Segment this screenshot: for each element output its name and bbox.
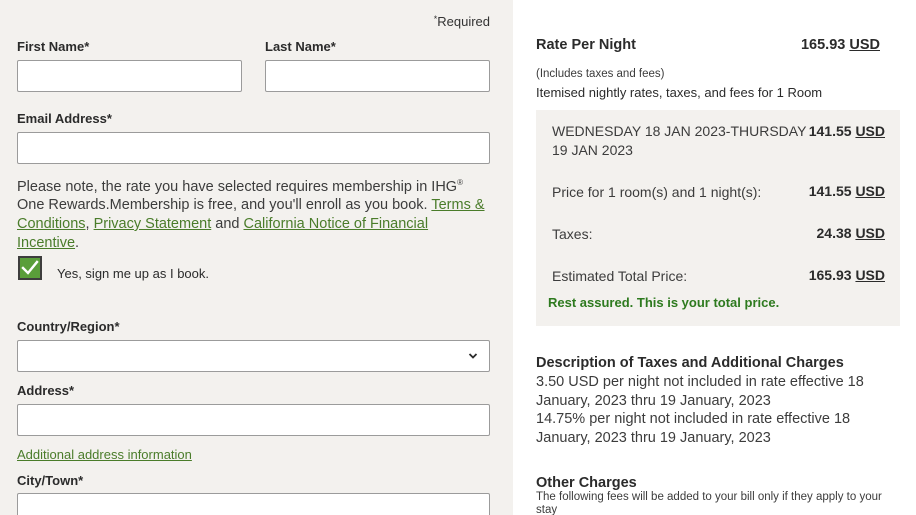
stay-dates-amount-value: 141.55 xyxy=(808,123,852,139)
rest-assured-message: Rest assured. This is your total price. xyxy=(548,295,780,310)
membership-note-text-2: One Rewards.Membership is free, and you'… xyxy=(17,197,432,214)
other-charges-text: The following fees will be added to your… xyxy=(536,491,882,515)
itemised-title: Itemised nightly rates, taxes, and fees … xyxy=(536,85,823,100)
price-label: Price for 1 room(s) and 1 night(s): xyxy=(552,184,762,200)
registered-mark: ® xyxy=(457,178,463,187)
email-input[interactable] xyxy=(17,132,490,164)
stay-dates-amount: 141.55 USD xyxy=(809,123,885,139)
itemised-breakdown-box: WEDNESDAY 18 JAN 2023-THURSDAY 19 JAN 20… xyxy=(536,110,900,326)
membership-note: Please note, the rate you have selected … xyxy=(17,174,492,252)
stay-dates: WEDNESDAY 18 JAN 2023-THURSDAY 19 JAN 20… xyxy=(552,122,806,160)
taxes-amount: 24.38 USD xyxy=(817,225,886,241)
taxes-label: Taxes: xyxy=(552,226,593,242)
rate-per-night-amount: 165.93 USD xyxy=(801,37,880,53)
address-asterisk: * xyxy=(69,383,75,398)
note-period: . xyxy=(75,234,80,251)
total-currency: USD xyxy=(855,267,885,283)
country-select[interactable] xyxy=(17,340,490,372)
address-input[interactable] xyxy=(17,404,490,436)
tax-line-2: 14.75% per night not included in rate ef… xyxy=(536,411,851,446)
email-asterisk: * xyxy=(106,111,112,126)
address-label-text: Address xyxy=(17,383,70,398)
tax-line-1: 3.50 USD per night not included in rate … xyxy=(536,374,864,409)
stay-dates-line-2: 19 JAN 2023 xyxy=(552,142,633,158)
email-label-text: Email Address xyxy=(17,111,107,126)
rate-summary-panel: Rate Per Night 165.93 USD (Includes taxe… xyxy=(513,0,916,515)
price-currency: USD xyxy=(855,183,885,199)
email-label: Email Address* xyxy=(17,111,112,126)
country-label: Country/Region* xyxy=(17,319,120,334)
first-name-input[interactable] xyxy=(17,60,242,92)
last-name-label-text: Last Name xyxy=(265,39,331,54)
first-name-label-text: First Name xyxy=(17,39,85,54)
country-label-text: Country/Region xyxy=(17,319,115,334)
city-input[interactable] xyxy=(17,493,490,515)
total-amount: 165.93 USD xyxy=(809,267,885,283)
chevron-down-icon xyxy=(468,353,478,359)
last-name-label: Last Name* xyxy=(265,39,336,54)
rate-currency: USD xyxy=(849,37,880,53)
note-and: and xyxy=(211,216,244,233)
last-name-asterisk: * xyxy=(330,39,336,54)
last-name-input[interactable] xyxy=(265,60,490,92)
rate-per-night-title: Rate Per Night xyxy=(536,37,636,53)
taxes-description-title: Description of Taxes and Additional Char… xyxy=(536,355,844,371)
total-amount-value: 165.93 xyxy=(808,267,852,283)
city-asterisk: * xyxy=(78,473,84,488)
checkmark-icon xyxy=(21,260,39,275)
total-label: Estimated Total Price: xyxy=(552,268,688,284)
address-label: Address* xyxy=(17,383,74,398)
signup-checkbox[interactable] xyxy=(18,256,42,280)
price-amount-value: 141.55 xyxy=(808,183,852,199)
signup-label: Yes, sign me up as I book. xyxy=(57,266,210,281)
includes-taxes-note: (Includes taxes and fees) xyxy=(536,68,665,80)
rate-amount-value: 165.93 xyxy=(800,37,846,53)
membership-note-text-1: Please note, the rate you have selected … xyxy=(17,178,458,195)
first-name-label: First Name* xyxy=(17,39,89,54)
first-name-asterisk: * xyxy=(84,39,90,54)
city-label-text: City/Town xyxy=(17,473,79,488)
stay-dates-line-1: WEDNESDAY 18 JAN 2023-THURSDAY xyxy=(552,123,807,139)
stay-dates-currency: USD xyxy=(855,123,885,139)
taxes-currency: USD xyxy=(855,225,885,241)
city-label: City/Town* xyxy=(17,473,83,488)
price-amount: 141.55 USD xyxy=(809,183,885,199)
guest-form-panel: *Required First Name* Last Name* Email A… xyxy=(0,0,513,515)
taxes-amount-value: 24.38 xyxy=(816,225,852,241)
note-comma: , xyxy=(85,216,94,233)
additional-address-link[interactable]: Additional address information xyxy=(17,447,192,462)
privacy-statement-link[interactable]: Privacy Statement xyxy=(94,216,212,232)
other-charges-title: Other Charges xyxy=(536,475,637,491)
required-note-text: Required xyxy=(437,14,490,29)
country-asterisk: * xyxy=(114,319,120,334)
required-note: *Required xyxy=(434,14,490,29)
